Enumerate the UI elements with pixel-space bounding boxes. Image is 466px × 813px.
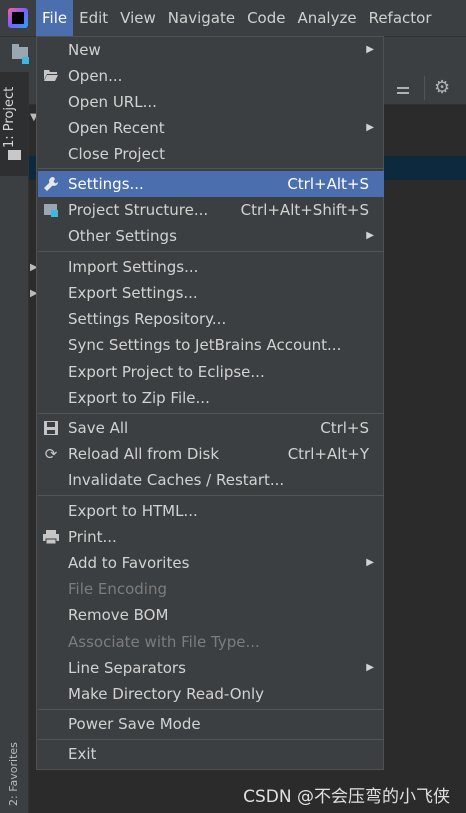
submenu-arrow-icon: ▶ bbox=[366, 44, 374, 55]
menu-analyze[interactable]: Analyze bbox=[291, 0, 362, 36]
menu-item-label: Export to Zip File... bbox=[68, 389, 210, 407]
menu-item-label: Line Separators bbox=[68, 659, 186, 677]
shortcut-label: Ctrl+Alt+Y bbox=[287, 445, 369, 463]
menu-item-remove-bom[interactable]: Remove BOM bbox=[38, 602, 384, 628]
menu-item-label: Print... bbox=[68, 528, 117, 546]
menu-item-export-eclipse[interactable]: Export Project to Eclipse... bbox=[38, 359, 384, 385]
toolbar-divider bbox=[424, 76, 425, 100]
menu-item-label: Export Project to Eclipse... bbox=[68, 363, 265, 381]
menu-separator bbox=[38, 413, 384, 414]
shortcut-label: Ctrl+S bbox=[320, 419, 369, 437]
menu-bar: File Edit View Navigate Code Analyze Ref… bbox=[0, 0, 466, 36]
menu-item-close-project[interactable]: Close Project bbox=[38, 141, 384, 167]
menu-item-other-settings[interactable]: Other Settings ▶ bbox=[38, 223, 384, 249]
menu-item-label: File Encoding bbox=[68, 580, 167, 598]
watermark-text: CSDN @不会压弯的小飞侠 bbox=[243, 787, 450, 807]
menu-item-reload-all[interactable]: ⟳ Reload All from Disk Ctrl+Alt+Y bbox=[38, 441, 384, 467]
menu-item-line-separators[interactable]: Line Separators ▶ bbox=[38, 655, 384, 681]
intellij-logo-icon bbox=[8, 8, 28, 28]
menu-item-label: Open Recent bbox=[68, 119, 165, 137]
printer-icon bbox=[42, 529, 60, 545]
menu-item-export-zip[interactable]: Export to Zip File... bbox=[38, 385, 384, 411]
menu-item-associate-file-type: Associate with File Type... bbox=[38, 629, 384, 655]
menu-item-open-url[interactable]: Open URL... bbox=[38, 89, 384, 115]
menu-refactor[interactable]: Refactor bbox=[363, 0, 438, 36]
menu-item-export-html[interactable]: Export to HTML... bbox=[38, 498, 384, 524]
menu-separator bbox=[38, 495, 384, 496]
menu-item-power-save[interactable]: Power Save Mode bbox=[38, 711, 384, 737]
menu-item-new[interactable]: New ▶ bbox=[38, 37, 384, 63]
menu-item-invalidate-caches[interactable]: Invalidate Caches / Restart... bbox=[38, 467, 384, 493]
left-tool-strip bbox=[0, 72, 29, 813]
menu-item-label: Project Structure... bbox=[68, 201, 209, 219]
menu-separator bbox=[38, 709, 384, 710]
menu-item-file-encoding: File Encoding bbox=[38, 576, 384, 602]
submenu-arrow-icon: ▶ bbox=[366, 230, 374, 241]
menu-item-open[interactable]: Open... bbox=[38, 63, 384, 89]
menu-item-import-settings[interactable]: Import Settings... bbox=[38, 254, 384, 280]
favorites-tab-label[interactable]: 2: Favorites bbox=[7, 742, 20, 806]
menu-item-label: Power Save Mode bbox=[68, 715, 201, 733]
folder-open-icon bbox=[42, 68, 60, 84]
gear-icon[interactable]: ⚙ bbox=[434, 79, 452, 97]
collapse-all-icon[interactable] bbox=[395, 80, 411, 96]
menu-item-add-favorites[interactable]: Add to Favorites ▶ bbox=[38, 550, 384, 576]
menu-item-label: Export to HTML... bbox=[68, 502, 198, 520]
menu-separator bbox=[38, 739, 384, 740]
submenu-arrow-icon: ▶ bbox=[366, 557, 374, 568]
project-tab-label[interactable]: 1: Project bbox=[2, 87, 17, 148]
save-icon bbox=[42, 420, 60, 436]
menu-item-label: Reload All from Disk bbox=[68, 445, 220, 463]
menu-item-settings-repository[interactable]: Settings Repository... bbox=[38, 306, 384, 332]
wrench-icon bbox=[42, 176, 60, 192]
menu-item-exit[interactable]: Exit bbox=[38, 741, 384, 767]
menu-view[interactable]: View bbox=[114, 0, 162, 36]
menu-item-label: Remove BOM bbox=[68, 606, 169, 624]
menu-item-label: Make Directory Read-Only bbox=[68, 685, 265, 703]
menu-item-label: Other Settings bbox=[68, 227, 177, 245]
project-structure-icon bbox=[42, 202, 60, 218]
menu-item-label: Sync Settings to JetBrains Account... bbox=[68, 336, 342, 354]
menu-item-label: Associate with File Type... bbox=[68, 633, 260, 651]
module-badge-icon bbox=[22, 57, 29, 64]
menu-item-label: Import Settings... bbox=[68, 258, 199, 276]
menu-item-label: Invalidate Caches / Restart... bbox=[68, 471, 285, 489]
menu-item-sync-settings[interactable]: Sync Settings to JetBrains Account... bbox=[38, 332, 384, 358]
menu-item-make-read-only[interactable]: Make Directory Read-Only bbox=[38, 681, 384, 707]
menu-item-print[interactable]: Print... bbox=[38, 524, 384, 550]
menu-item-save-all[interactable]: Save All Ctrl+S bbox=[38, 415, 384, 441]
menu-code[interactable]: Code bbox=[241, 0, 291, 36]
menu-item-label: New bbox=[68, 41, 101, 59]
menu-item-label: Settings Repository... bbox=[68, 310, 227, 328]
menu-item-label: Open... bbox=[68, 67, 123, 85]
menu-separator bbox=[38, 168, 384, 169]
submenu-arrow-icon: ▶ bbox=[366, 122, 374, 133]
menu-item-export-settings[interactable]: Export Settings... bbox=[38, 280, 384, 306]
shortcut-label: Ctrl+Alt+S bbox=[287, 175, 369, 193]
folder-icon bbox=[8, 150, 21, 160]
menu-separator bbox=[38, 251, 384, 252]
menu-item-label: Settings... bbox=[68, 175, 144, 193]
submenu-arrow-icon: ▶ bbox=[366, 662, 374, 673]
menu-item-label: Add to Favorites bbox=[68, 554, 190, 572]
menu-item-label: Save All bbox=[68, 419, 129, 437]
reload-icon: ⟳ bbox=[44, 445, 58, 463]
menu-item-settings[interactable]: Settings... Ctrl+Alt+S bbox=[38, 171, 384, 197]
menu-item-label: Exit bbox=[68, 745, 97, 763]
menu-item-label: Export Settings... bbox=[68, 284, 198, 302]
menu-navigate[interactable]: Navigate bbox=[162, 0, 241, 36]
menu-item-label: Close Project bbox=[68, 145, 165, 163]
menu-item-open-recent[interactable]: Open Recent ▶ bbox=[38, 115, 384, 141]
shortcut-label: Ctrl+Alt+Shift+S bbox=[240, 201, 369, 219]
menu-file[interactable]: File bbox=[36, 0, 74, 36]
menu-item-label: Open URL... bbox=[68, 93, 157, 111]
file-menu-dropdown: New ▶ Open... Open URL... Open Recent ▶ … bbox=[36, 36, 384, 770]
menu-edit[interactable]: Edit bbox=[73, 0, 114, 36]
menu-item-project-structure[interactable]: Project Structure... Ctrl+Alt+Shift+S bbox=[38, 197, 384, 223]
